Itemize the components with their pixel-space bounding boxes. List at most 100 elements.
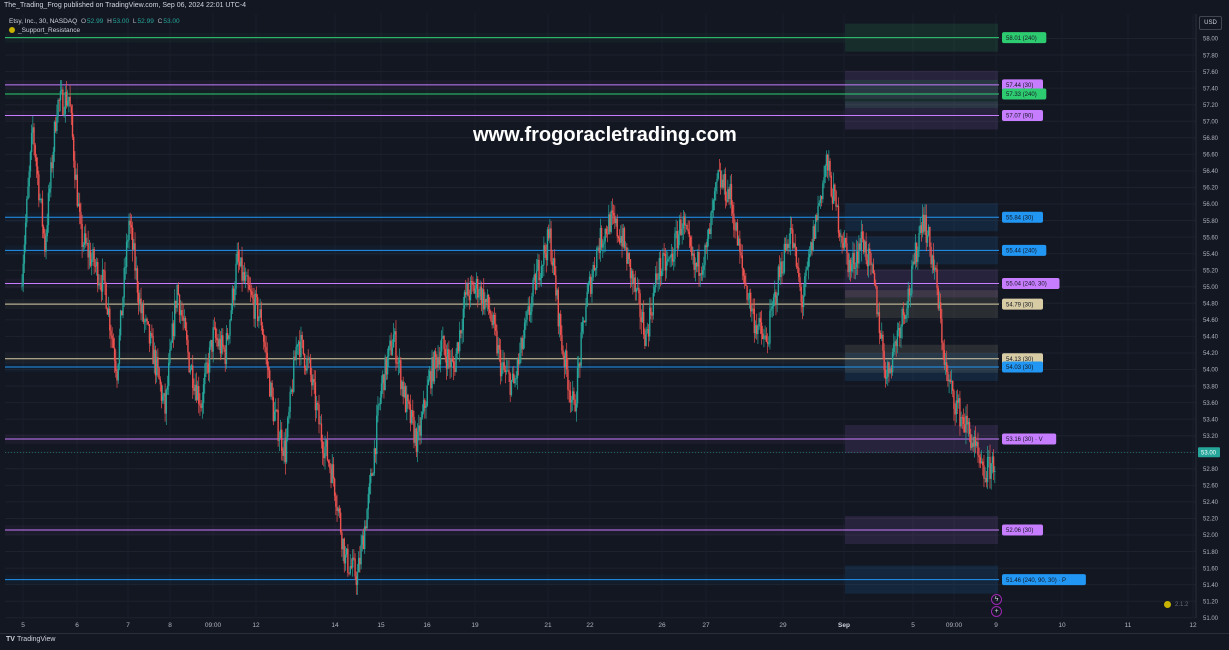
candle-body xyxy=(939,302,942,319)
price-chart[interactable]: 58.01 (240) 57.44 (30) 57.33 (240) 57.07 (9… xyxy=(0,0,1229,649)
candle-body xyxy=(427,379,430,386)
candle-body xyxy=(790,227,793,230)
candle-body xyxy=(921,214,924,233)
candle-body xyxy=(141,304,143,314)
candle-body xyxy=(731,204,734,214)
candle-body xyxy=(641,311,644,322)
candle-body xyxy=(814,215,817,239)
candle-body xyxy=(111,335,113,339)
watermark-text: www.frogoracletrading.com xyxy=(473,124,737,146)
candle-body xyxy=(398,360,401,363)
candle-body xyxy=(112,338,115,348)
candle-body xyxy=(673,258,675,262)
candle-body xyxy=(235,263,237,289)
candle-body xyxy=(21,285,23,287)
candle-body xyxy=(958,398,960,403)
candle-body xyxy=(56,116,58,131)
candle-body xyxy=(255,293,258,298)
candle-body xyxy=(419,425,421,436)
candle-body xyxy=(669,257,671,259)
candle-body xyxy=(505,370,508,372)
candle-body xyxy=(902,308,905,315)
price-tick-label: 55.00 xyxy=(1203,285,1219,291)
time-tick-label: 29 xyxy=(779,622,787,629)
time-tick-label: 14 xyxy=(331,622,339,629)
time-tick-label: 8 xyxy=(168,622,172,629)
candle-body xyxy=(528,306,531,315)
candle-body xyxy=(885,376,888,379)
lightning-icon[interactable]: ϟ xyxy=(991,594,1002,605)
candle-body xyxy=(302,339,305,354)
candle-body xyxy=(594,268,597,271)
candle-body xyxy=(355,576,357,585)
candle-body xyxy=(896,330,899,347)
candle-body xyxy=(297,341,300,345)
sr-level-label: 55.84 (30) xyxy=(1006,215,1033,221)
candle-body xyxy=(252,294,254,299)
plus-icon[interactable]: + xyxy=(991,606,1002,617)
candle-body xyxy=(616,218,618,237)
candle-body xyxy=(385,357,388,375)
candle-body xyxy=(495,323,497,331)
candle-body xyxy=(838,232,841,237)
candle-body xyxy=(620,236,622,243)
price-tick-label: 52.60 xyxy=(1203,484,1219,490)
candle-body xyxy=(123,267,125,298)
tradingview-icon: TV xyxy=(6,636,15,643)
candle-body xyxy=(707,228,710,239)
candle-body xyxy=(680,219,682,235)
candle-body xyxy=(35,157,38,167)
candle-body xyxy=(978,455,980,458)
candle-body xyxy=(69,96,71,107)
candle-body xyxy=(717,170,719,179)
candle-body xyxy=(572,391,574,400)
candle-body xyxy=(612,212,615,216)
candle-body xyxy=(719,170,722,188)
candle-body xyxy=(190,365,193,370)
candle-body xyxy=(593,265,596,271)
indicator-legend[interactable]: _Support_Resistance xyxy=(9,27,80,34)
candle-body xyxy=(222,335,224,347)
candle-body xyxy=(650,307,652,315)
candle-body xyxy=(44,233,46,252)
candle-body xyxy=(847,252,849,273)
candle-body xyxy=(950,380,953,382)
candle-body xyxy=(194,384,196,391)
candle-body xyxy=(333,478,336,496)
currency-button[interactable]: USD xyxy=(1199,16,1222,30)
candle-body xyxy=(187,339,189,353)
tradingview-logo[interactable]: TV TradingView xyxy=(6,636,55,643)
candle-body xyxy=(959,398,961,427)
candle-body xyxy=(562,350,564,356)
candle-body xyxy=(947,372,949,382)
candle-body xyxy=(229,320,231,336)
indicator-version: 2.1.2 xyxy=(1175,602,1189,608)
candle-body xyxy=(693,253,695,270)
candle-body xyxy=(728,188,730,200)
candle-body xyxy=(466,283,468,295)
candle-body xyxy=(128,220,130,240)
candle-body xyxy=(807,257,810,268)
candle-body xyxy=(700,273,703,275)
candle-body xyxy=(99,282,101,285)
candle-body xyxy=(159,379,161,385)
candle-body xyxy=(502,362,504,367)
candle-body xyxy=(74,160,76,180)
candle-body xyxy=(535,270,538,290)
candle-body xyxy=(645,330,647,346)
candle-body xyxy=(51,162,53,169)
candle-body xyxy=(80,211,82,224)
candle-body xyxy=(503,362,505,371)
candle-body xyxy=(991,456,994,464)
candle-body xyxy=(365,526,367,529)
candle-body xyxy=(370,473,372,484)
candle-body xyxy=(926,235,929,243)
candle-body xyxy=(875,284,877,287)
candle-body xyxy=(917,249,919,263)
sr-level-label: 54.79 (30) xyxy=(1006,302,1033,308)
candle-body xyxy=(178,294,181,315)
candle-body xyxy=(300,335,302,357)
candle-body xyxy=(350,566,353,568)
symbol-legend[interactable]: Etsy, Inc., 30, NASDAQ O52.99 H53.00 L52… xyxy=(9,18,180,25)
candle-body xyxy=(780,261,782,278)
